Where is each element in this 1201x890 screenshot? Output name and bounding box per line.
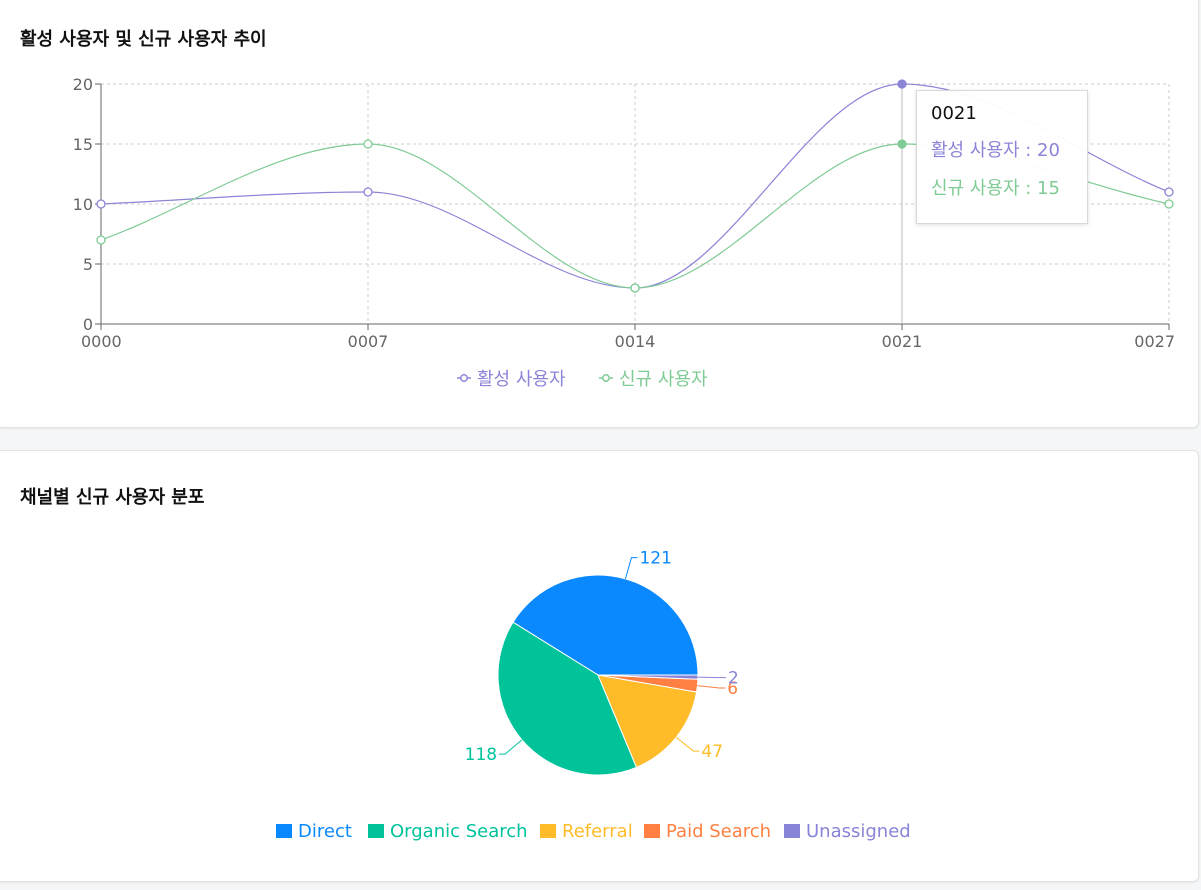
legend-swatch (644, 824, 660, 838)
pie-chart: 121118 4762Direct Organic Search Referral Pa… (276, 549, 911, 842)
legend-swatch (368, 824, 384, 838)
legend-swatch (276, 824, 292, 838)
legend-label: Referral (562, 821, 633, 842)
pie-data-label: 118 (465, 745, 497, 765)
pie-leader (675, 736, 700, 752)
pie-leader (499, 739, 523, 755)
pie-data-label: 47 (701, 742, 723, 762)
legend-label: Organic Search (390, 821, 528, 842)
pie-data-label: 2 (728, 669, 739, 689)
legend-swatch (784, 824, 800, 838)
pie-legend: Direct Organic Search Referral Paid Search U… (276, 821, 911, 842)
legend-label: Unassigned (806, 821, 911, 842)
pie-data-label: 121 (639, 549, 671, 569)
legend-swatch (540, 824, 556, 838)
pie-leader (697, 685, 726, 689)
pie-leader (624, 557, 638, 579)
legend-label: Direct (298, 821, 352, 842)
legend-label: Paid Search (666, 821, 771, 842)
